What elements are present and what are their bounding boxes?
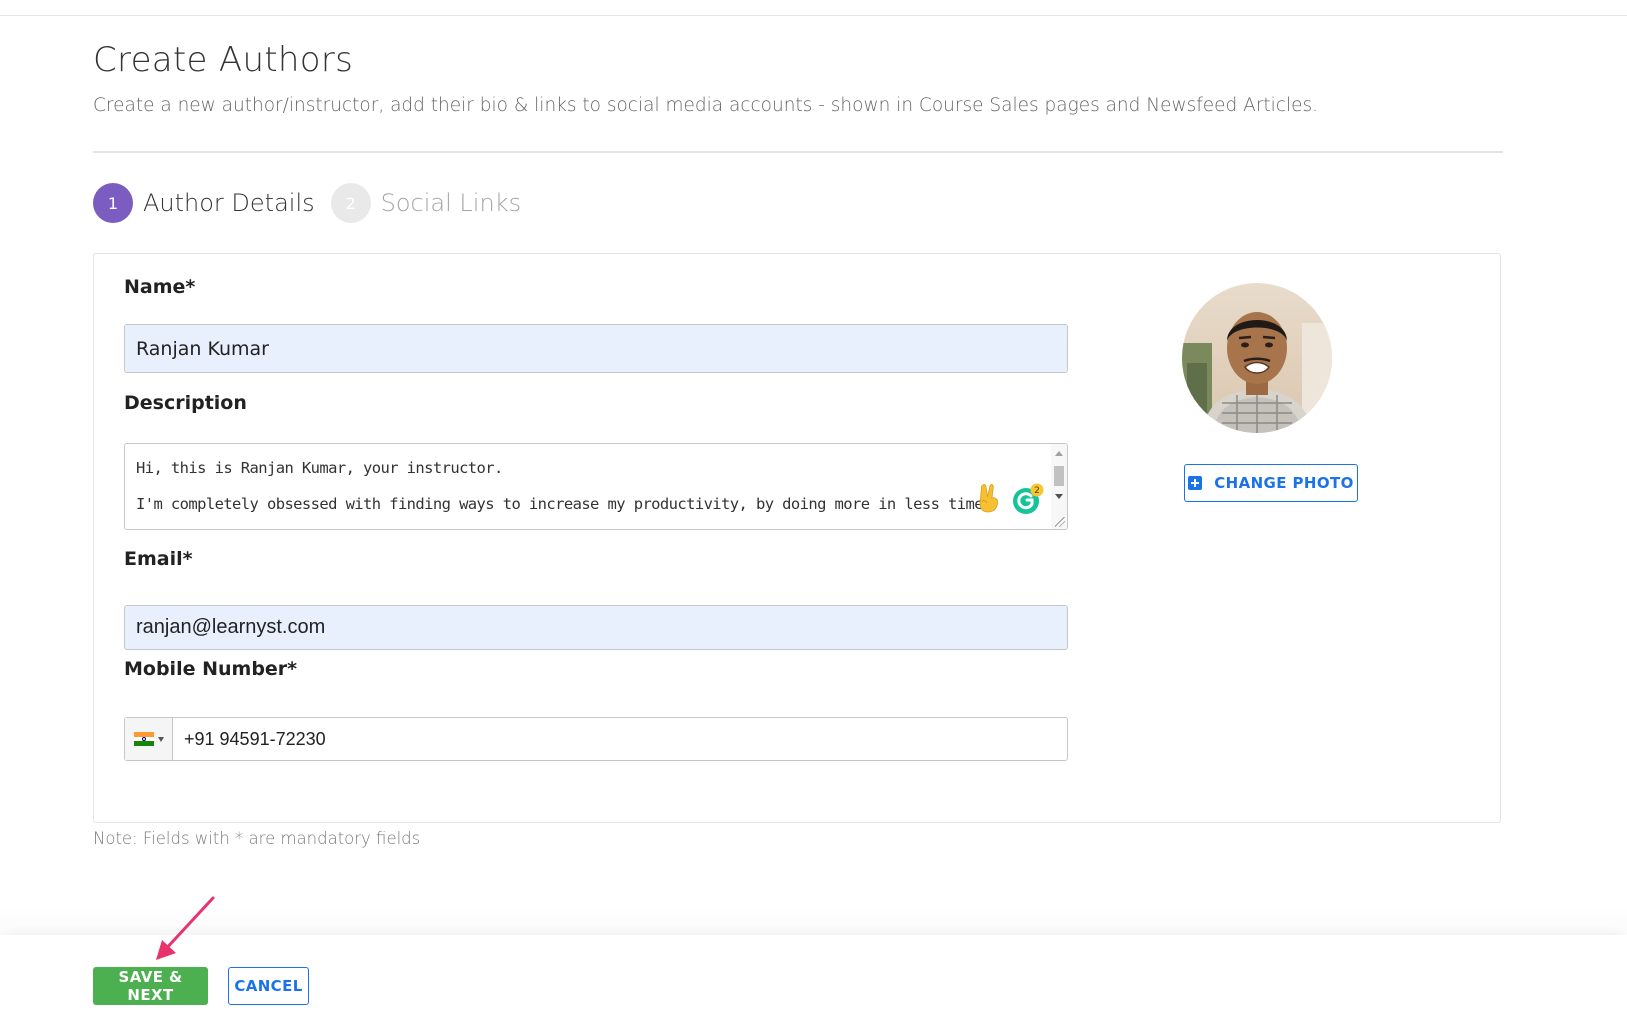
email-label: Email* xyxy=(124,548,193,570)
stepper: 1 Author Details 2 Social Links xyxy=(93,183,537,223)
email-input[interactable]: ranjan@learnyst.com xyxy=(124,605,1068,650)
grammarly-icon[interactable]: 2 xyxy=(1011,482,1045,516)
cancel-button[interactable]: CANCEL xyxy=(228,967,309,1005)
grammarly-count: 2 xyxy=(1034,486,1040,496)
step-label: Social Links xyxy=(380,189,522,217)
mandatory-note: Note: Fields with * are mandatory fields xyxy=(93,829,421,848)
step-number-badge: 2 xyxy=(330,183,371,223)
plus-icon xyxy=(1188,476,1203,490)
description-line: Hi, this is Ranjan Kumar, your instructo… xyxy=(136,459,503,477)
top-divider xyxy=(0,15,1627,16)
chevron-down-icon xyxy=(157,736,164,742)
india-flag-icon xyxy=(133,732,154,747)
step-author-details[interactable]: 1 Author Details xyxy=(93,183,315,223)
mobile-number-input[interactable]: +91 94591-72230 xyxy=(173,718,326,760)
page-title: Create Authors xyxy=(93,40,354,80)
description-label: Description xyxy=(124,392,247,414)
name-label: Name* xyxy=(124,276,196,298)
step-social-links[interactable]: 2 Social Links xyxy=(330,183,522,223)
scroll-thumb[interactable] xyxy=(1054,466,1064,486)
scroll-down-icon[interactable] xyxy=(1055,494,1063,499)
victory-hand-icon xyxy=(979,484,998,513)
footer-shade xyxy=(0,905,1627,935)
save-and-next-button[interactable]: SAVE & NEXT xyxy=(93,967,208,1005)
scroll-up-icon[interactable] xyxy=(1055,451,1063,456)
mobile-number-field: +91 94591-72230 xyxy=(124,717,1068,761)
step-number-badge: 1 xyxy=(93,183,133,223)
author-avatar xyxy=(1182,283,1332,433)
annotation-arrow-icon xyxy=(156,896,215,960)
resize-grip-icon[interactable] xyxy=(1055,517,1065,527)
author-details-card: Name* Ranjan Kumar Description Hi, this … xyxy=(93,253,1501,823)
name-input[interactable]: Ranjan Kumar xyxy=(124,324,1068,373)
change-photo-button[interactable]: CHANGE PHOTO xyxy=(1184,464,1358,502)
step-label: Author Details xyxy=(143,189,315,217)
description-textarea[interactable]: Hi, this is Ranjan Kumar, your instructo… xyxy=(124,443,1068,530)
header-divider xyxy=(93,151,1503,153)
change-photo-label: CHANGE PHOTO xyxy=(1214,474,1354,492)
description-line: I'm completely obsessed with finding way… xyxy=(136,495,992,513)
country-code-select[interactable] xyxy=(125,718,173,760)
mobile-label: Mobile Number* xyxy=(124,658,298,680)
page-subtitle: Create a new author/instructor, add thei… xyxy=(93,95,1319,116)
